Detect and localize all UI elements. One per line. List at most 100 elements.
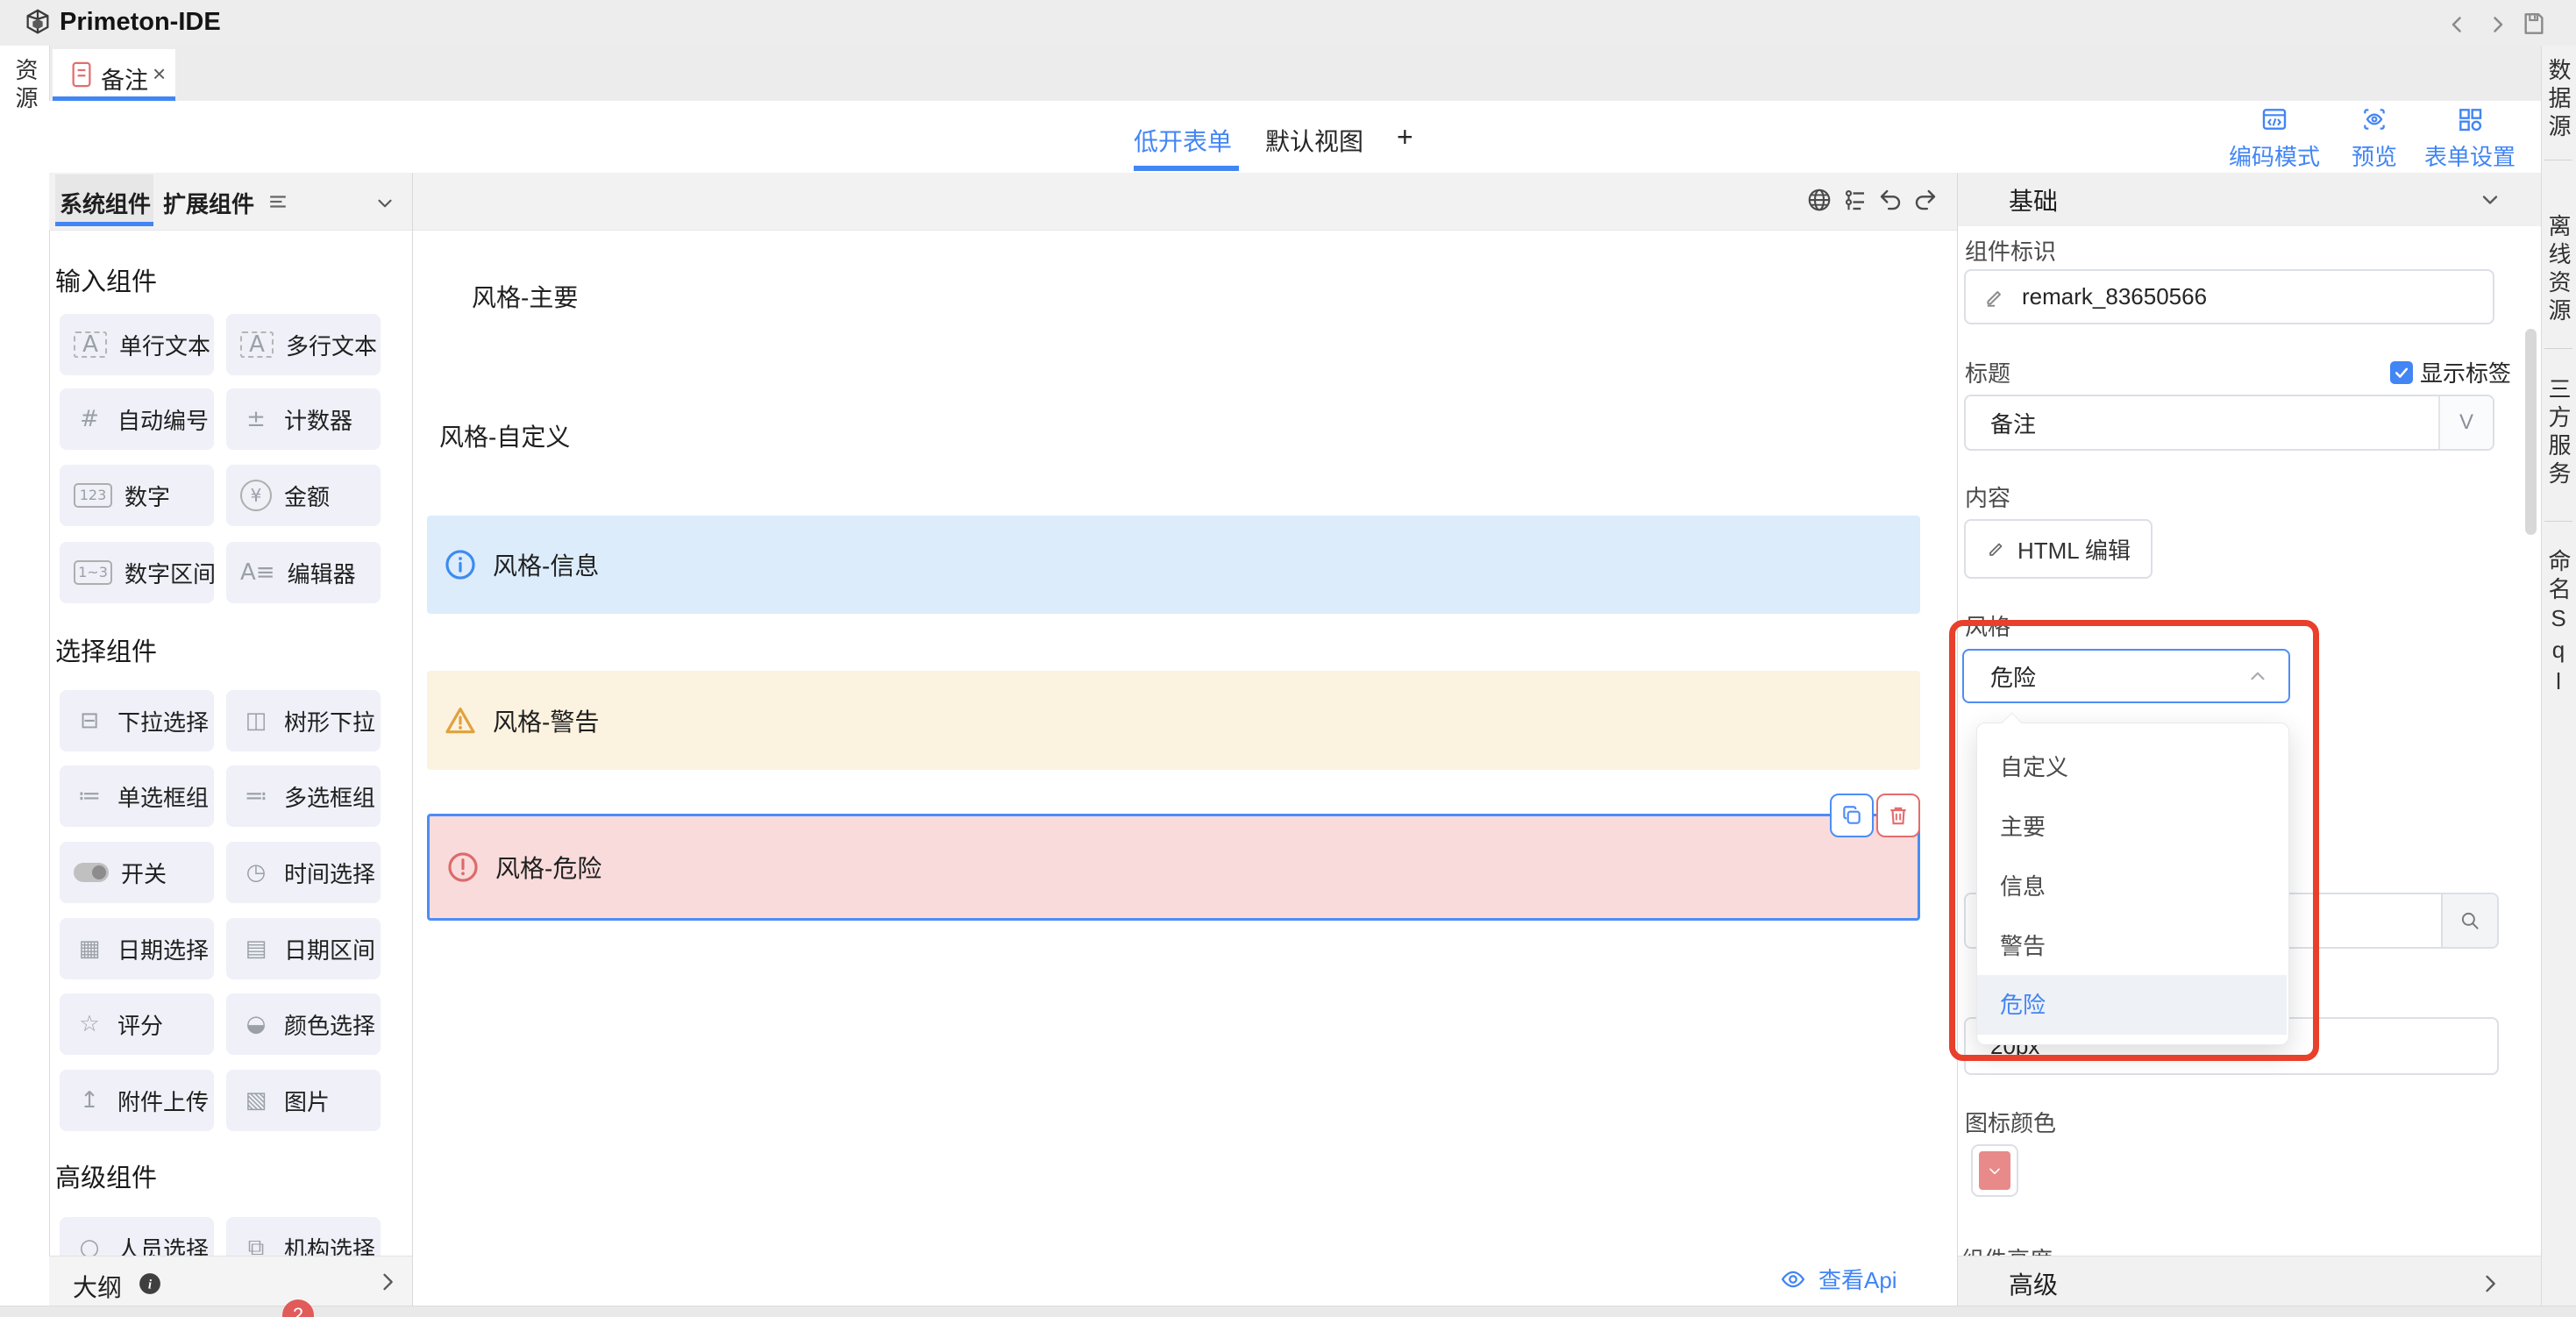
file-tab-label: 备注	[101, 61, 148, 96]
widget-remark-danger-selected[interactable]: 风格-危险	[427, 814, 1920, 921]
component-chip-dropdown-select[interactable]: ⊟下拉选择	[60, 690, 214, 751]
save-icon[interactable]	[2520, 10, 2546, 36]
component-chip-image[interactable]: ▧图片	[226, 1070, 381, 1131]
copy-icon	[1840, 804, 1863, 827]
content-label: 内容	[1965, 481, 2010, 513]
sidebar-item-offline-resources[interactable]: 离线资源	[2541, 214, 2576, 326]
view-api-button[interactable]: 查看Api	[1780, 1263, 1897, 1295]
style-label: 风格	[1965, 609, 2010, 642]
color-picker-icon: ◒	[240, 1011, 272, 1037]
copy-widget-button[interactable]	[1830, 794, 1874, 837]
close-tab-icon[interactable]: ×	[153, 61, 166, 88]
style-option-info[interactable]: 信息	[1977, 857, 2287, 916]
preview-label: 预览	[2348, 139, 2401, 172]
outline-tree-icon[interactable]	[1842, 187, 1868, 213]
tab-low-code-form[interactable]: 低开表单	[1134, 123, 1232, 158]
component-chip-number-range[interactable]: 1~3数字区间	[60, 542, 214, 603]
title-input[interactable]	[1989, 409, 2438, 438]
sidebar-item-third-party-services[interactable]: 三方服务	[2541, 377, 2576, 489]
chip-label: 附件上传	[117, 1085, 209, 1117]
section-basic[interactable]: 基础	[1958, 173, 2541, 226]
show-label-toggle[interactable]: 显示标签	[2390, 356, 2511, 388]
code-mode-button[interactable]: 编码模式	[2226, 105, 2323, 172]
component-chip-time-picker[interactable]: ◷ 时间选择	[226, 842, 381, 903]
section-expand-chevron-right-icon	[2478, 1271, 2502, 1296]
component-chip-editor[interactable]: A≡编辑器	[226, 542, 381, 603]
style-option-warning[interactable]: 警告	[1977, 916, 2287, 976]
rate-icon: ☆	[74, 1011, 105, 1037]
outline-expand-chevron-right-icon[interactable]	[375, 1270, 400, 1294]
checkbox-checked-icon[interactable]	[2390, 361, 2413, 384]
time-picker-icon: ◷	[240, 859, 272, 886]
component-id-field[interactable]	[1964, 269, 2494, 324]
component-chip-switch[interactable]: 开关	[60, 842, 214, 903]
switch-icon	[74, 863, 109, 882]
component-chip-date-picker[interactable]: ▦日期选择	[60, 918, 214, 979]
component-chip-tree-dropdown[interactable]: ◫树形下拉	[226, 690, 381, 751]
title-field[interactable]: V	[1964, 395, 2494, 451]
chip-label: 时间选择	[284, 857, 375, 889]
info-icon[interactable]: i	[139, 1272, 161, 1295]
icon-color-picker[interactable]	[1971, 1144, 2018, 1197]
i18n-globe-icon[interactable]	[1806, 187, 1832, 213]
variable-bind-button[interactable]: V	[2438, 396, 2493, 449]
add-view-button[interactable]: +	[1397, 121, 1413, 153]
eye-icon	[1780, 1266, 1806, 1292]
editor-icon: A≡	[240, 559, 275, 586]
sidebar-item-datasource[interactable]: 数据源	[2541, 58, 2576, 142]
component-chip-counter[interactable]: ±计数器	[226, 388, 381, 450]
component-chip-single-line-text[interactable]: A单行文本	[60, 314, 214, 375]
section-advanced[interactable]: 高级	[1958, 1256, 2541, 1311]
tab-system-components[interactable]: 系统组件	[60, 187, 151, 219]
style-select-value: 危险	[1990, 660, 2036, 693]
redo-icon[interactable]	[1912, 187, 1939, 213]
style-select[interactable]: 危险	[1962, 649, 2290, 703]
tab-default-view[interactable]: 默认视图	[1265, 123, 1363, 158]
component-chip-checkbox-group[interactable]: ≕多选框组	[226, 765, 381, 827]
pencil-icon	[1983, 286, 2006, 309]
component-chip-rate[interactable]: ☆评分	[60, 993, 214, 1055]
app-title: Primeton-IDE	[60, 8, 221, 37]
delete-widget-button[interactable]	[1876, 794, 1920, 837]
component-id-input[interactable]	[2020, 282, 2475, 311]
form-settings-button[interactable]: 表单设置	[2422, 105, 2518, 172]
component-chip-date-range[interactable]: ▤日期区间	[226, 918, 381, 979]
style-option-danger-selected[interactable]: 危险	[1977, 975, 2287, 1035]
component-chip-color-picker[interactable]: ◒ 颜色选择	[226, 993, 381, 1055]
component-height-label-clipped: 组件高度	[1961, 1242, 2137, 1256]
widget-remark-info[interactable]: 风格-信息	[427, 516, 1920, 614]
radio-group-icon: ≔	[74, 783, 105, 809]
sidebar-item-resources[interactable]: 资源	[8, 58, 43, 114]
sidebar-item-named-sql[interactable]: 命名Sql	[2541, 549, 2576, 700]
component-chip-currency[interactable]: ¥金额	[226, 465, 381, 526]
widget-remark-primary[interactable]: 风格-主要	[472, 279, 578, 314]
component-chip-upload[interactable]: ↥附件上传	[60, 1070, 214, 1131]
component-chip-auto-number[interactable]: #自动编号	[60, 388, 214, 450]
warning-triangle-icon	[444, 704, 477, 737]
section-collapse-chevron-down-icon	[2478, 188, 2502, 212]
file-tab-remark[interactable]: 备注 ×	[53, 49, 175, 101]
preview-button[interactable]: 预览	[2348, 105, 2401, 172]
single-line-text-icon: A	[74, 331, 107, 358]
component-chip-number[interactable]: 123数字	[60, 465, 214, 526]
html-edit-button[interactable]: HTML 编辑	[1964, 519, 2153, 579]
form-settings-label: 表单设置	[2422, 139, 2518, 172]
style-option-primary[interactable]: 主要	[1977, 797, 2287, 857]
chip-label: 颜色选择	[284, 1008, 375, 1041]
style-option-custom[interactable]: 自定义	[1977, 737, 2287, 797]
component-chip-radio-group[interactable]: ≔单选框组	[60, 765, 214, 827]
panel-collapse-chevron-down-icon[interactable]	[374, 192, 396, 215]
component-chip-multi-line-text[interactable]: A多行文本	[226, 314, 381, 375]
tab-extension-components[interactable]: 扩展组件	[163, 187, 254, 219]
component-list-menu-icon[interactable]	[268, 192, 288, 211]
widget-remark-warning[interactable]: 风格-警告	[427, 671, 1920, 770]
code-mode-label: 编码模式	[2226, 139, 2323, 172]
chip-label: 树形下拉	[284, 705, 375, 737]
inspector-scrollbar[interactable]	[2525, 329, 2537, 535]
widget-remark-custom[interactable]: 风格-自定义	[439, 418, 570, 453]
nav-forward-icon[interactable]	[2484, 11, 2510, 38]
multi-line-text-icon: A	[240, 331, 274, 358]
undo-icon[interactable]	[1877, 187, 1904, 213]
search-icon[interactable]	[2441, 894, 2497, 947]
nav-back-icon[interactable]	[2444, 11, 2471, 38]
